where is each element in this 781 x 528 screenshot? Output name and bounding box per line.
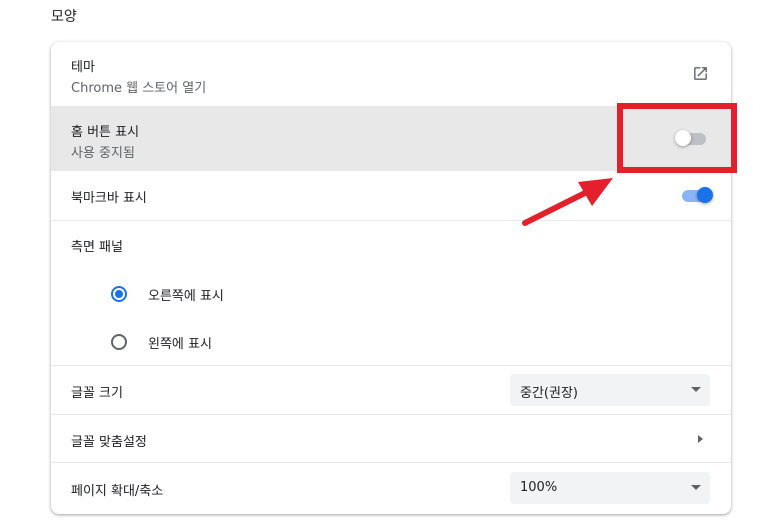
side-panel-left-label[interactable]: 왼쪽에 표시 xyxy=(148,333,212,352)
bookmarks-bar-label: 북마크바 표시 xyxy=(71,191,147,206)
font-size-row: 글꼴 크기 중간(권장) xyxy=(51,365,731,414)
bookmarks-bar-row[interactable]: 북마크바 표시 xyxy=(51,171,731,220)
font-size-select[interactable]: 중간(권장) xyxy=(510,374,710,406)
home-button-sub: 사용 중지됨 xyxy=(71,146,135,161)
theme-sub: Chrome 웹 스토어 열기 xyxy=(71,81,207,96)
page-zoom-label: 페이지 확대/축소 xyxy=(71,484,164,499)
home-button-label: 홈 버튼 표시 xyxy=(71,125,140,140)
annotation-arrow-icon xyxy=(522,178,613,226)
font-size-value: 중간(권장) xyxy=(520,386,578,401)
chevron-right-icon[interactable] xyxy=(698,435,703,443)
page-zoom-row: 페이지 확대/축소 100% xyxy=(51,462,731,514)
section-title: 모양 xyxy=(51,9,77,25)
side-panel-group: 측면 패널 오른쪽에 표시 왼쪽에 표시 xyxy=(51,220,731,365)
font-size-label: 글꼴 크기 xyxy=(71,386,123,401)
theme-row[interactable]: 테마 Chrome 웹 스토어 열기 xyxy=(51,42,731,106)
open-in-new-icon[interactable] xyxy=(692,65,709,86)
caret-down-icon xyxy=(691,387,701,392)
toggle-knob xyxy=(697,187,713,203)
customize-fonts-row[interactable]: 글꼴 맞춤설정 xyxy=(51,414,731,462)
customize-fonts-label: 글꼴 맞춤설정 xyxy=(71,435,147,450)
page-zoom-select[interactable]: 100% xyxy=(510,472,710,504)
theme-label: 테마 xyxy=(71,60,95,75)
side-panel-left-radio[interactable] xyxy=(111,334,127,350)
page-zoom-value: 100% xyxy=(520,480,558,495)
side-panel-right-label[interactable]: 오른쪽에 표시 xyxy=(148,285,224,304)
side-panel-label: 측면 패널 xyxy=(71,240,123,255)
caret-down-icon xyxy=(691,485,701,490)
annotation-highlight-box xyxy=(617,103,737,173)
side-panel-right-radio[interactable] xyxy=(111,286,127,302)
bookmarks-bar-toggle[interactable] xyxy=(679,187,713,203)
